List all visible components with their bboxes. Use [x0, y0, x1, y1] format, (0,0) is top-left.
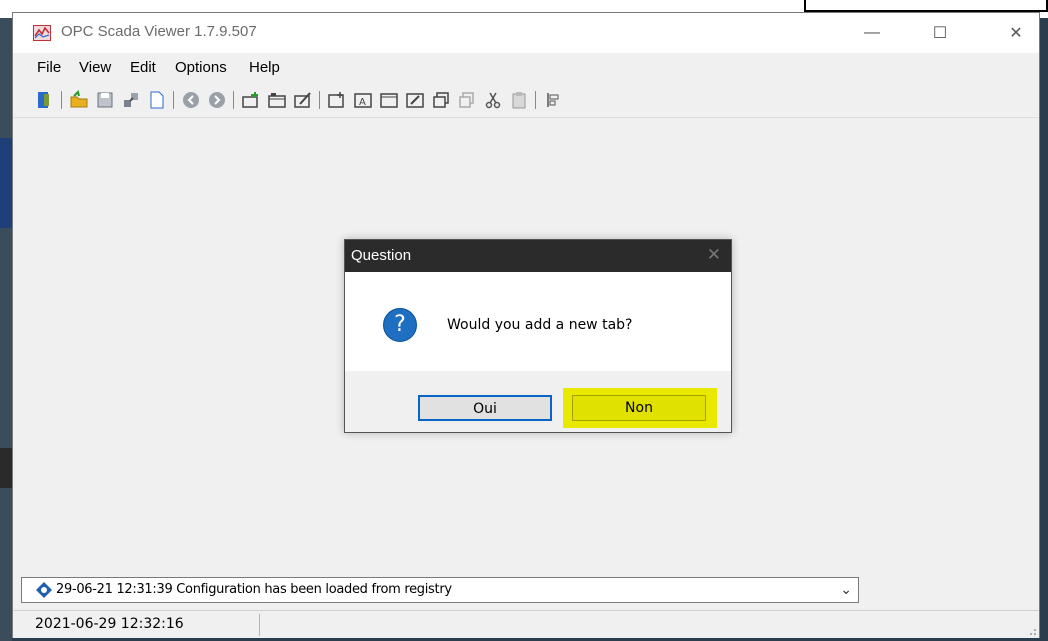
toolbar-separator — [535, 91, 536, 109]
minimize-button[interactable]: — — [849, 13, 895, 53]
new-panel-icon[interactable] — [327, 90, 347, 110]
background-left-strip — [0, 18, 12, 641]
add-tab-icon[interactable] — [241, 90, 261, 110]
log-dropdown[interactable]: 29-06-21 12:31:39 Configuration has been… — [21, 577, 859, 603]
app-logo-icon — [33, 25, 51, 41]
clipboard-icon[interactable] — [509, 90, 529, 110]
copy-icon[interactable] — [431, 90, 451, 110]
back-icon[interactable] — [181, 90, 201, 110]
question-dialog: Question ✕ ? Would you add a new tab? Ou… — [344, 239, 732, 433]
status-datetime: 2021-06-29 12:32:16 — [35, 616, 184, 632]
svg-text:A: A — [359, 97, 366, 108]
menu-edit[interactable]: Edit — [130, 59, 156, 76]
toolbar-separator — [319, 91, 320, 109]
status-separator — [259, 614, 260, 636]
title-bar[interactable]: OPC Scada Viewer 1.7.9.507 — ☐ ✕ — [13, 13, 1039, 53]
edit-tab-icon[interactable] — [293, 90, 313, 110]
window-title: OPC Scada Viewer 1.7.9.507 — [61, 23, 257, 40]
toolbar: A — [13, 83, 1039, 118]
dialog-message: Would you add a new tab? — [447, 317, 633, 333]
close-icon: ✕ — [1009, 25, 1023, 42]
status-bar: 2021-06-29 12:32:16 — [13, 610, 1039, 638]
non-button[interactable]: Non — [572, 395, 706, 421]
minimize-icon: — — [864, 24, 880, 41]
oui-button[interactable]: Oui — [418, 395, 552, 421]
background-right-strip — [1040, 18, 1048, 641]
background-segment — [0, 138, 12, 228]
info-diamond-icon — [36, 582, 52, 598]
log-entry-text: 29-06-21 12:31:39 Configuration has been… — [56, 582, 452, 597]
app-window: OPC Scada Viewer 1.7.9.507 — ☐ ✕ File Vi… — [12, 12, 1040, 638]
dialog-close-icon[interactable]: ✕ — [707, 245, 721, 265]
menu-view[interactable]: View — [79, 59, 111, 76]
maximize-icon: ☐ — [932, 25, 948, 42]
resize-grip-icon[interactable] — [1027, 626, 1037, 636]
new-document-icon[interactable] — [147, 90, 167, 110]
maximize-button[interactable]: ☐ — [917, 13, 963, 53]
dialog-button-bar: Oui Non — [345, 371, 731, 432]
connect-icon[interactable] — [121, 90, 141, 110]
panel-text-icon[interactable]: A — [353, 90, 373, 110]
question-icon: ? — [383, 308, 417, 342]
paste-icon[interactable] — [457, 90, 477, 110]
toolbar-separator — [61, 91, 62, 109]
close-button[interactable]: ✕ — [993, 13, 1039, 53]
menu-options[interactable]: Options — [175, 59, 227, 76]
menu-file[interactable]: File — [37, 59, 61, 76]
menu-bar: File View Edit Options Help — [13, 55, 1039, 79]
chevron-down-icon[interactable]: ⌄ — [840, 581, 852, 598]
menu-help[interactable]: Help — [249, 59, 280, 76]
toolbar-separator — [233, 91, 234, 109]
panel-icon[interactable] — [379, 90, 399, 110]
tab-icon[interactable] — [267, 90, 287, 110]
save-icon[interactable] — [95, 90, 115, 110]
forward-icon[interactable] — [207, 90, 227, 110]
exit-icon[interactable] — [35, 90, 55, 110]
dialog-title: Question — [351, 247, 412, 264]
dialog-title-bar[interactable]: Question ✕ — [345, 240, 731, 272]
open-folder-icon[interactable] — [69, 90, 89, 110]
cut-icon[interactable] — [483, 90, 503, 110]
align-icon[interactable] — [543, 90, 563, 110]
toolbar-separator — [173, 91, 174, 109]
background-box — [804, 0, 1048, 12]
background-segment — [0, 448, 12, 488]
edit-panel-icon[interactable] — [405, 90, 425, 110]
